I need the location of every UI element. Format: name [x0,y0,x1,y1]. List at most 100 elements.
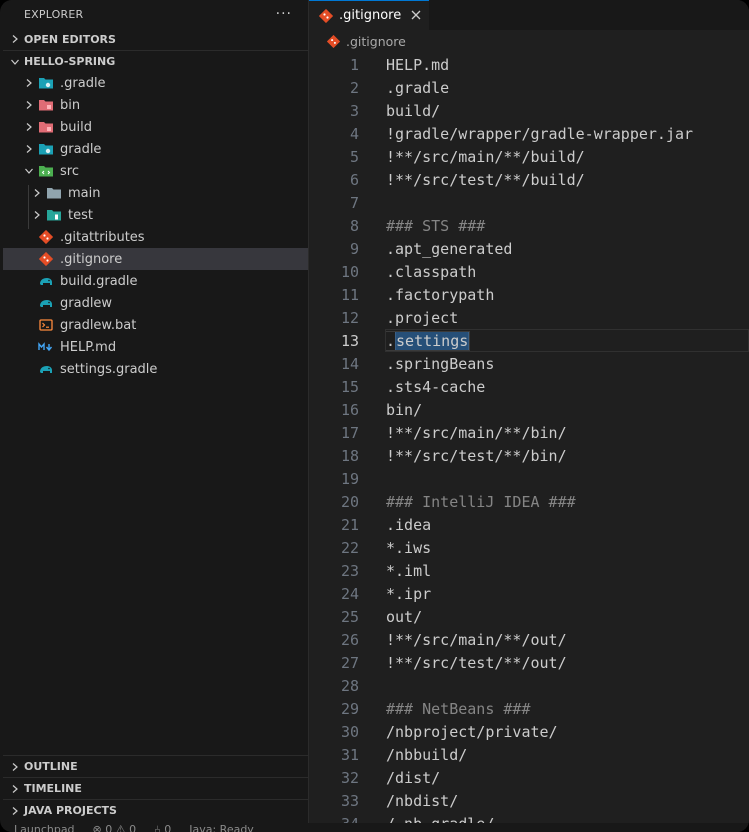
code-line-text: HELP.md [386,55,450,74]
code-line[interactable]: 32/dist/ [309,766,749,789]
gradle-icon [38,295,54,311]
code-line[interactable]: 17 !**/src/main/**/bin/ [309,421,749,444]
code-line[interactable]: 31/nbbuild/ [309,743,749,766]
code-line[interactable]: 1 HELP.md [309,53,749,76]
code-line[interactable]: 30/nbproject/private/ [309,720,749,743]
code-line[interactable]: 29 ### NetBeans ### [309,697,749,720]
code-line[interactable]: 26 !**/src/main/**/out/ [309,628,749,651]
status-item[interactable]: ⊗ 0 ⚠ 0 [93,823,137,832]
code-line[interactable]: 12 .project [309,306,749,329]
line-number: 25 [340,607,359,626]
code-line[interactable]: 11 .factorypath [309,283,749,306]
line-number: 8 [349,216,359,235]
line-number: 23 [340,561,359,580]
tree-item-build[interactable]: build [3,116,308,138]
code-line[interactable]: 33/nbdist/ [309,789,749,812]
tree-item-settings-gradle[interactable]: settings.gradle [3,358,308,380]
status-item[interactable]: ⑃ 0 [154,823,171,832]
code-line[interactable]: 14 .springBeans [309,352,749,375]
code-line[interactable]: 4 !gradle/wrapper/gradle-wrapper.jar [309,122,749,145]
explorer-header: EXPLORER ··· [3,0,308,28]
code-line-text: /nbdist/ [386,791,459,810]
timeline-section[interactable]: TIMELINE [3,777,308,799]
code-line[interactable]: 19 [309,467,749,490]
tree-item-main[interactable]: main [3,182,308,204]
code-line-text: .apt_generated [386,239,513,258]
terminal-icon [38,317,54,333]
tree-item-gitignore[interactable]: .gitignore [3,248,308,270]
code-line[interactable]: 20 ### IntelliJ IDEA ### [309,490,749,513]
code-line[interactable]: 27 !**/src/test/**/out/ [309,651,749,674]
code-line-text: .springBeans [386,354,495,373]
code-line[interactable]: 9 .apt_generated [309,237,749,260]
tab-bar: .gitignore [309,0,749,30]
tree-item-test[interactable]: test [3,204,308,226]
breadcrumb[interactable]: .gitignore [309,30,749,52]
git-icon [327,34,340,48]
code-line[interactable]: 3 build/ [309,99,749,122]
tree-item-label: .gitignore [60,251,123,267]
tree-item-label: build [60,119,92,135]
tree-item-help-md[interactable]: HELP.md [3,336,308,358]
line-number: 17 [340,423,359,442]
bottom-panels: OUTLINE TIMELINE JAVA PROJECTS [3,755,308,821]
tree-item-gradlew[interactable]: gradlew [3,292,308,314]
code-line-text: ### NetBeans ### [386,699,531,718]
code-line[interactable]: 10 .classpath [309,260,749,283]
tree-item-gitattributes[interactable]: .gitattributes [3,226,308,248]
tree-item-dot-gradle[interactable]: .gradle [3,72,308,94]
line-number: 28 [340,676,359,695]
code-line-text: .gradle [386,78,450,97]
code-line[interactable]: 16 bin/ [309,398,749,421]
code-line[interactable]: 28 [309,674,749,697]
tree-item-label: gradlew [60,295,113,311]
folder-bin-icon [38,97,54,113]
tree-item-label: main [68,185,101,201]
tree-item-build-gradle[interactable]: build.gradle [3,270,308,292]
code-line[interactable]: 18 !**/src/test/**/bin/ [309,444,749,467]
code-line[interactable]: 25 out/ [309,605,749,628]
open-editors-section[interactable]: OPEN EDITORS [3,28,308,50]
code-line[interactable]: 2 .gradle [309,76,749,99]
code-line-text: .sts4-cache [386,377,486,396]
outline-section[interactable]: OUTLINE [3,755,308,777]
project-label: HELLO-SPRING [24,55,116,68]
tab-gitignore[interactable]: .gitignore [309,0,430,30]
code-line[interactable]: 6 !**/src/test/**/build/ [309,168,749,191]
vscode-window: EXPLORER ··· OPEN EDITORS HELLO-SPRING .… [0,0,749,832]
code-line[interactable]: 22 *.iws [309,536,749,559]
line-number: 19 [340,469,359,488]
status-bar: Launchpad ⊗ 0 ⚠ 0 ⑃ 0 Java: Ready [0,823,749,832]
tree-item-label: test [68,207,93,223]
tree-item-gradlew-bat[interactable]: gradlew.bat [3,314,308,336]
line-number: 6 [349,170,359,189]
code-line[interactable]: 8 ### STS ### [309,214,749,237]
more-actions-icon[interactable]: ··· [276,6,292,22]
line-number: 18 [340,446,359,465]
code-view[interactable]: 1 HELP.md 2 .gradle 3 build/4 !gradle/wrapper/… [309,53,749,832]
tree-item-src[interactable]: src [3,160,308,182]
code-line[interactable]: 15 .sts4-cache [309,375,749,398]
line-number: 16 [340,400,359,419]
code-line[interactable]: 24 *.ipr [309,582,749,605]
code-line[interactable]: 5 !**/src/main/**/build/ [309,145,749,168]
tree-item-gradle[interactable]: gradle [3,138,308,160]
tree-item-label: bin [60,97,81,113]
project-section[interactable]: HELLO-SPRING [3,50,308,72]
java-projects-section[interactable]: JAVA PROJECTS [3,799,308,821]
code-line[interactable]: 13 .settings [309,329,749,352]
line-number: 24 [340,584,359,603]
line-number: 12 [340,308,359,327]
code-line-text: ### STS ### [386,216,486,235]
tree-item-bin[interactable]: bin [3,94,308,116]
code-line[interactable]: 7 [309,191,749,214]
code-line[interactable]: 21 .idea [309,513,749,536]
code-line[interactable]: 23 *.iml [309,559,749,582]
line-number: 20 [340,492,359,511]
tree-indent-guide [28,185,29,229]
status-item[interactable]: Java: Ready [189,823,254,832]
status-item[interactable]: Launchpad [14,823,75,832]
chevron-right-icon [29,210,45,220]
folder-icon [46,185,62,201]
close-icon[interactable] [411,8,421,24]
